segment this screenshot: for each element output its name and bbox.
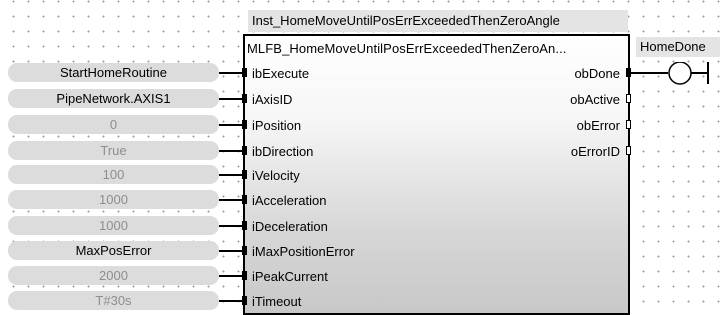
input-wire bbox=[219, 275, 243, 277]
input-value-box[interactable]: T#30s bbox=[8, 291, 219, 310]
input-pin-marker[interactable] bbox=[242, 271, 247, 280]
input-pin-label: ibExecute bbox=[252, 66, 310, 81]
fb-instance-name[interactable]: Inst_HomeMoveUntilPosErrExceededThenZero… bbox=[248, 10, 628, 32]
input-pin-marker[interactable] bbox=[242, 94, 247, 103]
input-pin-marker[interactable] bbox=[242, 170, 247, 179]
input-wire bbox=[219, 300, 243, 302]
input-value-box[interactable]: StartHomeRoutine bbox=[8, 63, 219, 82]
output-pin-label: obError bbox=[576, 118, 620, 133]
output-pin-label: oErrorID bbox=[570, 144, 620, 159]
input-pin-label: iAxisID bbox=[252, 92, 293, 107]
input-wire bbox=[219, 98, 243, 100]
input-pin-marker[interactable] bbox=[242, 221, 247, 230]
input-value-box[interactable]: 100 bbox=[8, 165, 219, 184]
input-pin-label: iMaxPositionError bbox=[252, 244, 355, 259]
input-pin-label: iTimeout bbox=[252, 294, 302, 309]
output-pin-marker[interactable] bbox=[626, 146, 631, 155]
input-value-box[interactable]: 0 bbox=[8, 115, 219, 134]
input-pin-marker[interactable] bbox=[242, 146, 247, 155]
output-pin-label: obActive bbox=[570, 92, 620, 107]
fb-type-name: MLFB_HomeMoveUntilPosErrExceededThenZero… bbox=[247, 41, 567, 56]
input-wire bbox=[219, 225, 243, 227]
input-pin-marker[interactable] bbox=[242, 246, 247, 255]
input-value-box[interactable]: True bbox=[8, 141, 219, 160]
input-pin-marker[interactable] bbox=[242, 68, 247, 77]
function-block[interactable]: MLFB_HomeMoveUntilPosErrExceededThenZero… bbox=[243, 34, 630, 315]
input-value-box[interactable]: 2000 bbox=[8, 266, 219, 285]
input-pin-marker[interactable] bbox=[242, 120, 247, 129]
input-pin-label: ibDirection bbox=[252, 144, 314, 159]
input-pin-label: iVelocity bbox=[252, 168, 300, 183]
input-wire bbox=[219, 174, 243, 176]
input-pin-label: iPeakCurrent bbox=[252, 269, 328, 284]
input-wire bbox=[219, 250, 243, 252]
input-wire bbox=[219, 199, 243, 201]
input-value-box[interactable]: 1000 bbox=[8, 190, 219, 209]
input-pin-label: iDeceleration bbox=[252, 219, 328, 234]
input-value-box[interactable]: 1000 bbox=[8, 216, 219, 235]
output-pin-marker[interactable] bbox=[626, 94, 631, 103]
input-value-box[interactable]: MaxPosError bbox=[8, 241, 219, 260]
coil-icon bbox=[668, 62, 692, 85]
input-pin-marker[interactable] bbox=[242, 195, 247, 204]
input-wire bbox=[219, 72, 243, 74]
input-wire bbox=[219, 150, 243, 152]
output-pin-marker[interactable] bbox=[626, 120, 631, 129]
input-pin-marker[interactable] bbox=[242, 296, 247, 305]
input-value-box[interactable]: PipeNetwork.AXIS1 bbox=[8, 89, 219, 108]
output-pin-label: obDone bbox=[574, 66, 620, 81]
input-pin-label: iPosition bbox=[252, 118, 302, 133]
output-variable-box[interactable]: HomeDone bbox=[636, 37, 720, 57]
input-wire bbox=[219, 124, 243, 126]
input-pin-label: iAcceleration bbox=[252, 193, 327, 208]
output-coil[interactable] bbox=[630, 62, 720, 86]
